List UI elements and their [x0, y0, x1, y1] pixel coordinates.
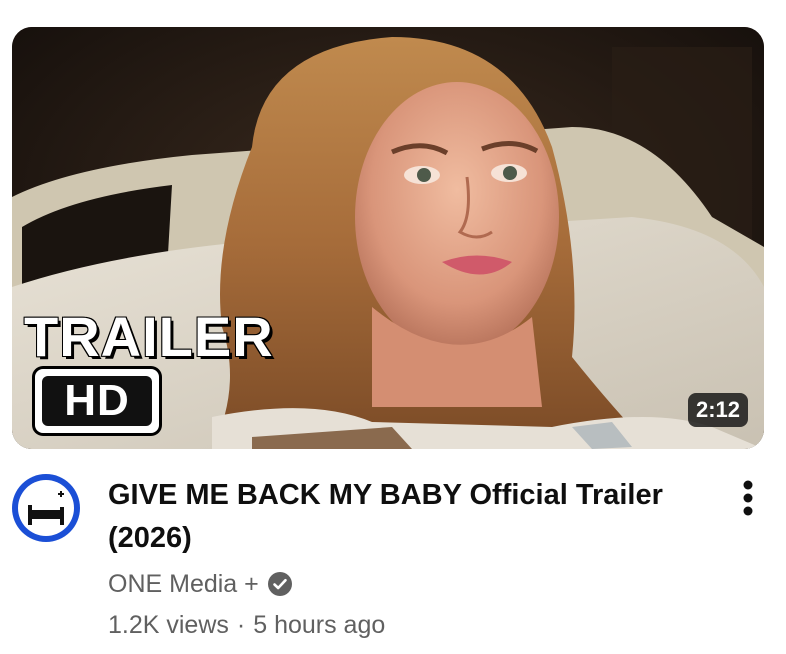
video-meta: 1.2K views · 5 hours ago: [108, 611, 385, 640]
hd-badge: HD: [35, 369, 159, 433]
video-title[interactable]: GIVE ME BACK MY BABY Official Trailer (2…: [108, 474, 708, 560]
meta-separator: ·: [236, 611, 246, 639]
hd-badge-label: HD: [42, 376, 152, 426]
video-thumbnail[interactable]: TRAILER HD 2:12: [12, 27, 764, 449]
trailer-overlay-text: TRAILER: [23, 305, 274, 368]
channel-name[interactable]: ONE Media +: [108, 570, 259, 599]
verified-check-icon: [267, 571, 293, 597]
video-card: TRAILER HD 2:12 GIVE ME BACK MY BABY Off…: [0, 0, 786, 654]
view-count: 1.2K views: [108, 611, 229, 639]
upload-age: 5 hours ago: [253, 611, 386, 639]
channel-avatar[interactable]: [12, 474, 80, 542]
duration-badge: 2:12: [687, 393, 748, 427]
more-vert-icon[interactable]: [730, 478, 766, 522]
channel-row: ONE Media +: [108, 566, 293, 602]
hospital-bed-logo-icon: [18, 480, 74, 536]
